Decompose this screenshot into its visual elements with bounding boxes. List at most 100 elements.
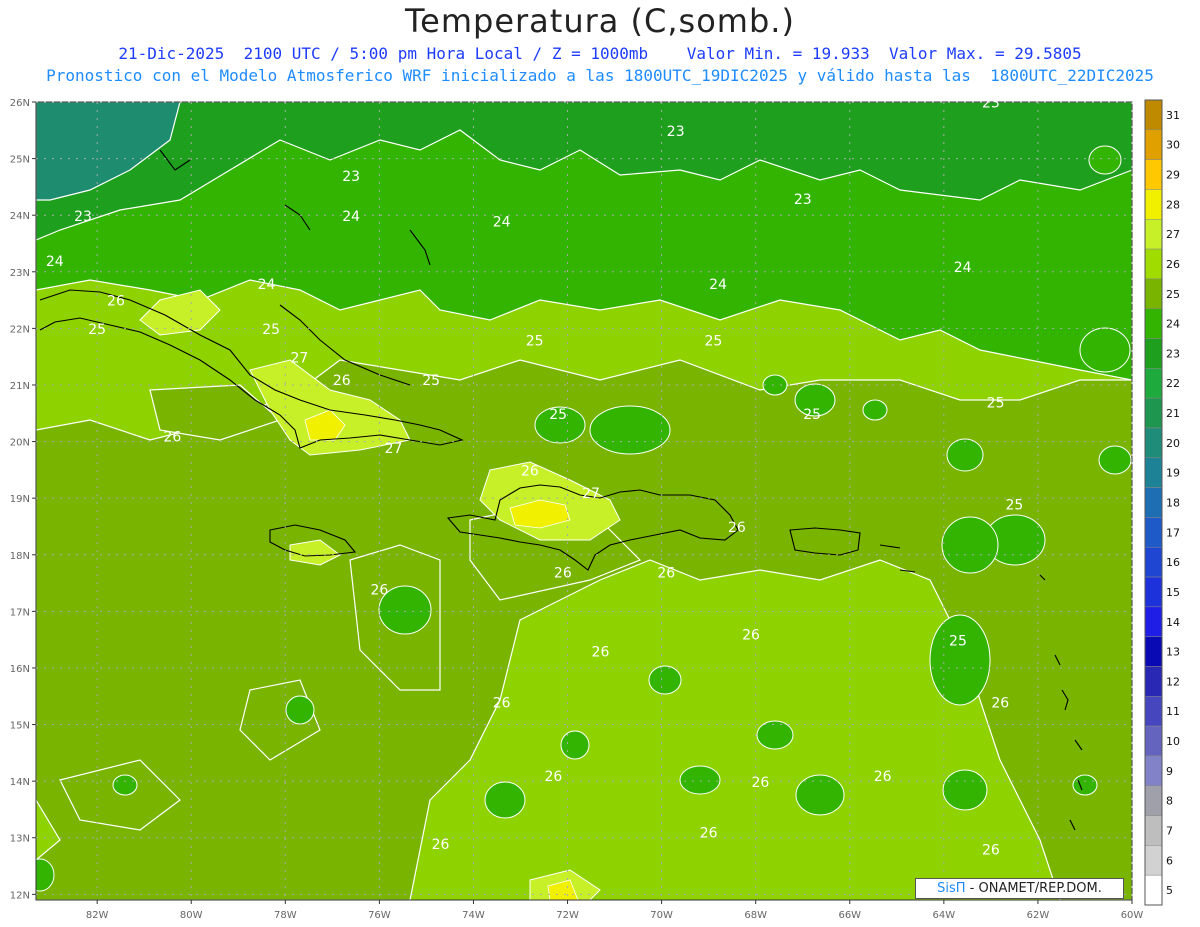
colorbar-label: 30 (1166, 139, 1180, 152)
colorbar-label: 16 (1166, 556, 1180, 569)
colorbar-label: 12 (1166, 675, 1180, 688)
lat-label: 18N (10, 551, 30, 562)
lat-label: 13N (10, 834, 30, 845)
colorbar-label: 23 (1166, 347, 1180, 360)
colorbar-label: 10 (1166, 735, 1180, 748)
lat-label: 14N (10, 777, 30, 788)
lon-label: 60W (1121, 910, 1144, 921)
lon-label: 78W (274, 910, 297, 921)
contour-label: 25 (1005, 497, 1023, 513)
lat-label: 20N (10, 438, 30, 449)
contour-label: 24 (954, 260, 972, 276)
lon-label: 68W (744, 910, 767, 921)
colorbar-swatch (1144, 517, 1163, 548)
colorbar-label: 17 (1166, 526, 1180, 539)
lat-label: 25N (10, 155, 30, 166)
colorbar-swatch (1144, 189, 1163, 220)
colorbar-swatch (1144, 278, 1163, 309)
colorbar-label: 6 (1166, 854, 1173, 867)
colorbar-swatch (1144, 338, 1163, 369)
colorbar-label: 31 (1166, 109, 1180, 122)
contour-label: 25 (526, 333, 544, 349)
latitude-labels: 26N 25N 24N 23N 22N 21N 20N 19N 18N 17N 16N 15N 14N 1… (10, 98, 30, 901)
colorbar-label: 24 (1166, 318, 1180, 331)
colorbar: 31 30 29 28 27 26 25 24 23 22 21 20 19 18 17 16 15 14 13 12… (1144, 99, 1180, 906)
colorbar-label: 7 (1166, 824, 1173, 837)
colorbar-label: 18 (1166, 497, 1180, 510)
lon-label: 82W (86, 910, 109, 921)
contour-label: 23 (342, 169, 360, 185)
colorbar-label: 5 (1166, 884, 1173, 897)
contour-label: 24 (258, 277, 276, 293)
lat-label: 26N (10, 98, 30, 109)
colorbar-label: 14 (1166, 616, 1180, 629)
contour-label: 24 (709, 277, 727, 293)
temperature-field (36, 102, 1132, 900)
contour-label: 26 (657, 565, 675, 581)
contour-label: 26 (521, 464, 539, 480)
contour-label: 24 (342, 209, 360, 225)
contour-label: 23 (667, 124, 685, 140)
lat-label: 21N (10, 381, 30, 392)
contour-label: 26 (107, 294, 125, 310)
lat-label: 15N (10, 721, 30, 732)
colorbar-swatch (1144, 248, 1163, 280)
longitude-labels: 82W 80W 78W 76W 74W 72W 70W 68W 66W 64W 62W 60W (86, 910, 1144, 921)
credit-box: SisΠ - ONAMET/REP.DOM. (915, 878, 1124, 899)
contour-label: 23 (74, 209, 92, 225)
contour-label: 24 (46, 254, 64, 270)
contour-label: 26 (874, 769, 892, 785)
contour-label: 25 (704, 333, 722, 349)
credit-org: - ONAMET/REP.DOM. (965, 881, 1102, 896)
lon-label: 72W (556, 910, 579, 921)
contour-label: 25 (949, 633, 967, 649)
colorbar-label: 26 (1166, 258, 1180, 271)
contour-label: 26 (751, 775, 769, 791)
colorbar-label: 19 (1166, 467, 1180, 480)
lat-label: 17N (10, 607, 30, 618)
contour-label: 25 (549, 407, 567, 423)
lat-label: 24N (10, 211, 30, 222)
colorbar-swatch (1144, 427, 1163, 459)
lat-label: 19N (10, 494, 30, 505)
contour-label: 26 (991, 696, 1009, 712)
lat-label: 12N (10, 890, 30, 901)
colorbar-label: 29 (1166, 169, 1180, 182)
lon-label: 76W (368, 910, 391, 921)
colorbar-label: 13 (1166, 646, 1180, 659)
colorbar-swatch (1144, 99, 1163, 131)
contour-label: 26 (700, 826, 718, 842)
contour-label: 26 (370, 582, 388, 598)
contour-label: 25 (987, 396, 1005, 412)
contour-label: 26 (163, 430, 181, 446)
contour-label: 23 (794, 192, 812, 208)
contour-label: 24 (493, 215, 511, 231)
colorbar-label: 21 (1166, 407, 1180, 420)
contour-label: 25 (262, 322, 280, 338)
colorbar-label: 22 (1166, 377, 1180, 390)
colorbar-swatch (1144, 666, 1163, 697)
colorbar-label: 11 (1166, 705, 1180, 718)
contour-label: 26 (554, 565, 572, 581)
contour-label: 26 (728, 520, 746, 536)
lon-label: 66W (838, 910, 861, 921)
lat-label: 23N (10, 268, 30, 279)
colorbar-label: 28 (1166, 198, 1180, 211)
colorbar-label: 9 (1166, 765, 1173, 778)
credit-brand: SisΠ (937, 881, 966, 896)
contour-label: 27 (385, 441, 403, 457)
lat-label: 22N (10, 324, 30, 335)
colorbar-swatch (1144, 785, 1163, 816)
contour-label: 26 (742, 628, 760, 644)
colorbar-swatch (1144, 815, 1163, 846)
colorbar-swatch (1144, 397, 1163, 429)
contour-label: 23 (982, 96, 1000, 112)
colorbar-swatch (1144, 874, 1163, 906)
colorbar-label: 27 (1166, 228, 1180, 241)
colorbar-swatch (1144, 457, 1163, 488)
lon-label: 70W (650, 910, 673, 921)
contour-label: 26 (493, 696, 511, 712)
colorbar-swatch (1144, 159, 1163, 190)
contour-label: 25 (88, 322, 106, 338)
contour-label: 25 (422, 373, 440, 389)
